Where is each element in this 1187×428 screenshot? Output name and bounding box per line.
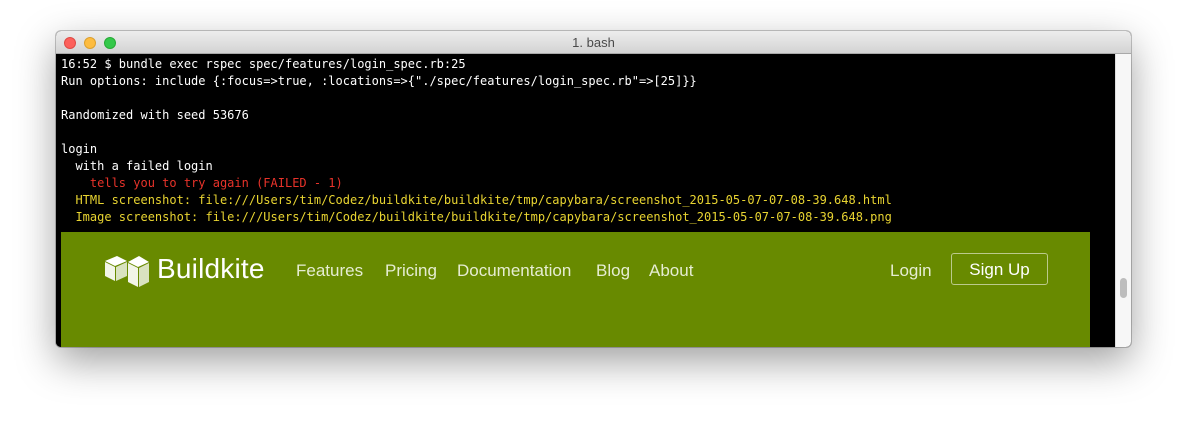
- nav-pricing[interactable]: Pricing: [385, 261, 437, 281]
- brand-name: Buildkite: [157, 253, 265, 284]
- failure-line: tells you to try again (FAILED - 1): [61, 176, 343, 190]
- terminal-line: Run options: include {:focus=>true, :loc…: [61, 74, 697, 88]
- terminal-line: Randomized with seed 53676: [61, 108, 249, 122]
- nav-blog[interactable]: Blog: [596, 261, 630, 281]
- terminal-window: 1. bash 16:52 $ bundle exec rspec spec/f…: [56, 31, 1131, 347]
- html-screenshot-path: HTML screenshot: file:///Users/tim/Codez…: [61, 193, 892, 207]
- scrollbar-thumb[interactable]: [1120, 278, 1127, 298]
- vertical-scrollbar[interactable]: [1115, 54, 1131, 347]
- title-bar[interactable]: 1. bash: [56, 31, 1131, 54]
- nav-documentation[interactable]: Documentation: [457, 261, 571, 281]
- nav-about[interactable]: About: [649, 261, 693, 281]
- sign-up-button[interactable]: Sign Up: [951, 253, 1048, 285]
- inline-screenshot-image: Buildkite Features Pricing Documentation…: [61, 232, 1090, 347]
- terminal-line: 16:52 $ bundle exec rspec spec/features/…: [61, 57, 466, 71]
- buildkite-logo-icon: [105, 256, 149, 287]
- terminal-line: login: [61, 142, 98, 156]
- nav-features[interactable]: Features: [296, 261, 363, 281]
- window-title: 1. bash: [572, 35, 615, 50]
- terminal-line: with a failed login: [61, 159, 213, 173]
- login-link[interactable]: Login: [890, 261, 932, 281]
- terminal-output[interactable]: 16:52 $ bundle exec rspec spec/features/…: [56, 54, 1115, 347]
- image-screenshot-path: Image screenshot: file:///Users/tim/Code…: [61, 210, 892, 224]
